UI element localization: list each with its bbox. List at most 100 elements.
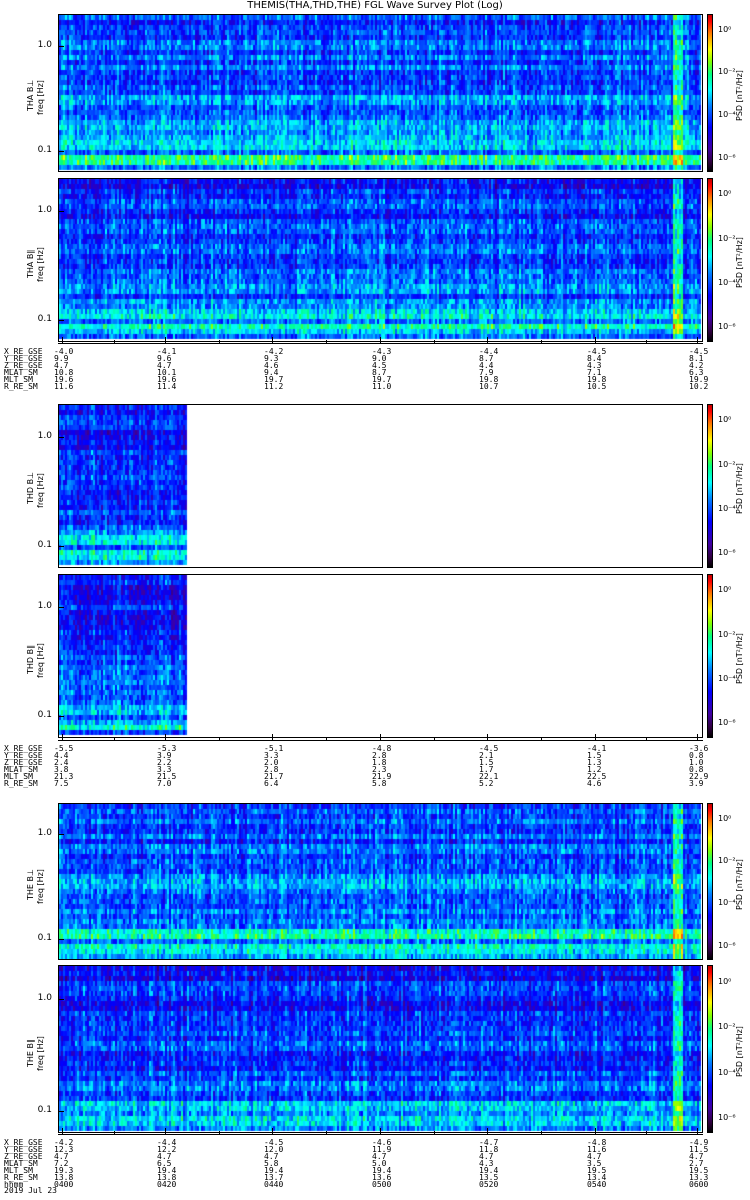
orbit-value: 10.2 <box>689 382 709 391</box>
colorbar-tick-label: 10⁻⁴ <box>718 503 736 513</box>
colorbar-tick-label: 10⁻² <box>718 856 736 866</box>
y-tick-label: 1.0 <box>37 600 52 611</box>
x-major-tick <box>595 337 596 343</box>
colorbar-title: PSD [nT²/Hz] <box>735 70 744 121</box>
colorbar-tick-label: 10⁻² <box>718 459 736 469</box>
x-major-tick <box>272 1128 273 1134</box>
x-major-tick <box>165 1128 166 1134</box>
y-axis-label: freq [Hz] <box>36 643 45 678</box>
orbit-value: 5.8 <box>372 779 387 788</box>
spectrogram-image <box>59 966 702 1132</box>
x-major-tick <box>62 1128 63 1134</box>
panel-label: THA B⊥ <box>26 79 35 111</box>
orbit-value: 0440 <box>264 1180 284 1189</box>
x-minor-tick <box>433 340 435 343</box>
x-minor-tick <box>433 1131 435 1134</box>
x-minor-tick <box>218 1131 220 1134</box>
colorbar-tick-label: 10⁰ <box>718 415 732 425</box>
x-minor-tick <box>541 737 542 740</box>
x-major-tick <box>595 734 596 740</box>
spectrogram-panel <box>58 178 703 342</box>
spectrogram-panel <box>58 574 703 738</box>
x-major-tick <box>697 734 698 740</box>
colorbar <box>707 404 713 568</box>
colorbar-tick-label: 10⁻⁶ <box>718 718 736 728</box>
panel-label: THD B∥ <box>26 644 35 674</box>
x-major-tick <box>380 337 381 343</box>
colorbar-tick-label: 10⁰ <box>718 976 732 986</box>
y-tick-mark <box>58 210 64 212</box>
y-tick-label: 0.1 <box>37 710 52 721</box>
colorbar-title: PSD [nT²/Hz] <box>735 463 744 514</box>
x-major-tick <box>487 337 488 343</box>
colorbar-tick-label: 10⁻⁴ <box>718 277 736 287</box>
spectrogram-image <box>59 179 702 341</box>
orbit-value: 4.6 <box>587 779 602 788</box>
colorbar-tick-label: 10⁻⁴ <box>718 898 736 908</box>
y-tick-mark <box>58 150 64 152</box>
colorbar-tick-label: 10⁻⁴ <box>718 673 736 683</box>
x-minor-tick <box>113 340 115 343</box>
spectrogram-panel <box>58 965 703 1133</box>
x-major-tick <box>62 337 63 343</box>
y-axis-label: freq [Hz] <box>36 868 45 904</box>
colorbar <box>707 178 713 342</box>
y-tick-mark <box>58 834 64 836</box>
colorbar-title: PSD [nT²/Hz] <box>735 858 744 910</box>
y-tick-label: 0.1 <box>37 540 52 551</box>
y-tick-label: 0.1 <box>37 144 52 155</box>
colorbar-tick-label: 10⁻² <box>718 67 736 77</box>
x-major-tick <box>487 1128 488 1134</box>
orbit-row-label: R_RE_SM <box>4 382 38 391</box>
colorbar-tick-label: 10⁰ <box>718 813 732 823</box>
colorbar-tick-label: 10⁰ <box>718 585 732 595</box>
colorbar <box>707 14 713 172</box>
x-minor-tick <box>541 340 542 343</box>
x-major-tick <box>165 734 166 740</box>
x-minor-tick <box>218 737 220 740</box>
y-tick-mark <box>58 320 64 322</box>
colorbar-tick-label: 10⁻⁴ <box>718 1067 736 1077</box>
y-tick-mark <box>58 716 64 718</box>
orbit-value: 0520 <box>479 1180 499 1189</box>
x-minor-tick <box>326 1131 327 1134</box>
orbit-value: 0600 <box>689 1180 709 1189</box>
x-minor-tick <box>646 737 647 740</box>
orbit-value: 10.7 <box>479 382 499 391</box>
y-axis-label: freq [Hz] <box>36 247 45 282</box>
y-tick-mark <box>58 998 64 1000</box>
orbit-value: 10.5 <box>587 382 607 391</box>
orbit-row-label: R_RE_SM <box>4 779 38 788</box>
y-tick-label: 1.0 <box>37 992 52 1003</box>
orbit-value: 3.9 <box>689 779 704 788</box>
panel-label: THE B⊥ <box>26 868 35 900</box>
colorbar-tick-label: 10⁻² <box>718 1022 736 1032</box>
y-axis-label: freq [Hz] <box>36 80 45 115</box>
x-minor-tick <box>433 737 435 740</box>
orbit-value: 11.2 <box>264 382 284 391</box>
spectrogram-image <box>59 405 702 567</box>
colorbar-tick-label: 10⁻⁴ <box>718 110 736 120</box>
colorbar-title: PSD [nT²/Hz] <box>735 633 744 684</box>
spectrogram-image <box>59 804 702 959</box>
y-tick-mark <box>58 436 64 438</box>
x-major-tick <box>697 1128 698 1134</box>
colorbar-tick-label: 10⁰ <box>718 189 732 199</box>
colorbar-tick-label: 10⁻² <box>718 629 736 639</box>
y-tick-label: 0.1 <box>37 933 52 944</box>
y-tick-label: 0.1 <box>37 314 52 325</box>
x-major-tick <box>62 734 63 740</box>
colorbar-tick-label: 10⁻⁶ <box>718 152 736 162</box>
wave-survey-plot: THEMIS(THA,THD,THE) FGL Wave Survey Plot… <box>0 0 750 1200</box>
x-major-tick <box>272 337 273 343</box>
colorbar <box>707 965 713 1133</box>
orbit-value: 6.4 <box>264 779 279 788</box>
orbit-value: 0540 <box>587 1180 607 1189</box>
colorbar <box>707 803 713 960</box>
x-minor-tick <box>218 340 220 343</box>
x-major-tick <box>380 734 381 740</box>
colorbar-tick-label: 10⁻² <box>718 233 736 243</box>
panel-label: THE B∥ <box>26 1039 35 1067</box>
orbit-value: 5.2 <box>479 779 494 788</box>
y-tick-label: 1.0 <box>37 430 52 441</box>
